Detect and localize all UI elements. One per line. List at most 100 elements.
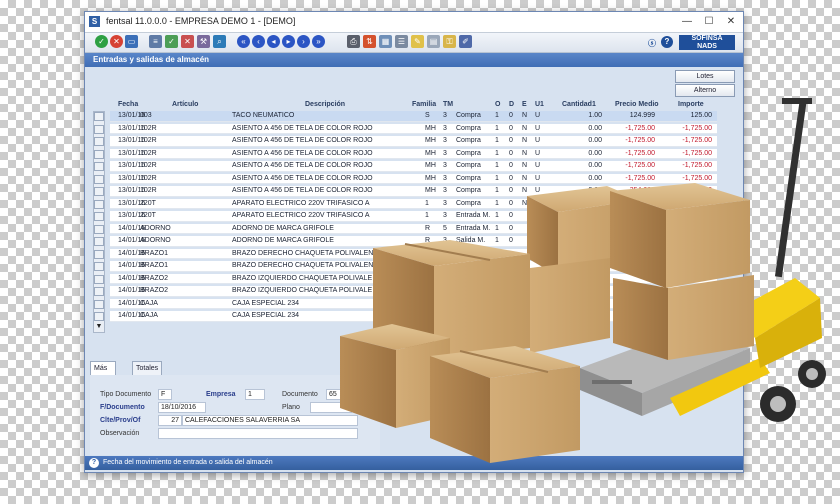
calculator-icon[interactable]: ▦ — [379, 35, 392, 48]
plano-label: Plano — [282, 404, 300, 411]
box-icon — [430, 346, 580, 463]
brand-line2: NADS — [697, 42, 717, 50]
help-icon[interactable]: ? — [661, 36, 673, 48]
cell-art: CAJA — [140, 312, 158, 319]
cell-art: 220T — [140, 199, 156, 207]
observacion-field[interactable] — [158, 428, 358, 439]
close-button[interactable]: ✕ — [723, 15, 739, 28]
last-record-icon[interactable]: » — [312, 35, 325, 48]
info-icon[interactable]: ⓢ — [648, 38, 656, 49]
cell-art: 102R — [140, 187, 157, 194]
row-selector[interactable] — [94, 299, 104, 309]
box-icon — [610, 183, 750, 288]
cell-desc: CAJA ESPECIAL 234 — [232, 312, 300, 319]
edit-icon[interactable]: ✐ — [459, 35, 472, 48]
warehouse-illustration — [340, 98, 826, 463]
row-selector[interactable] — [94, 149, 104, 159]
col-fecha[interactable]: Fecha — [118, 101, 138, 108]
row-selector[interactable] — [94, 187, 104, 196]
tipo-documento-label: Tipo Documento — [100, 391, 152, 398]
row-selector[interactable] — [94, 237, 104, 246]
col-articulo[interactable]: Artículo — [172, 101, 198, 108]
approve-list-icon[interactable]: ✓ — [165, 35, 178, 48]
new-record-icon[interactable]: ▭ — [125, 35, 138, 48]
cliente-label: Clte/Prov/Of — [100, 417, 141, 424]
cell-art: 102R — [140, 137, 157, 144]
row-selector[interactable] — [94, 212, 104, 221]
row-selector[interactable] — [94, 262, 104, 271]
tab-totales[interactable]: Totales — [132, 361, 163, 376]
help-status-icon: ? — [89, 458, 99, 468]
cell-art: 220T — [140, 212, 156, 219]
next-record-icon[interactable]: ▸ — [282, 35, 295, 48]
scroll-down-icon[interactable]: ▼ — [94, 322, 104, 332]
row-selector[interactable] — [94, 199, 104, 209]
toolbar: ✓ ✕ ▭ ≡ ✓ ✕ ⚒ ⌕ « ‹ ◂ ▸ › » ⎙ ⇅ ▦ ☰ ✎ ▤ … — [85, 33, 743, 53]
row-selector[interactable] — [94, 312, 104, 321]
previous-page-icon[interactable]: ‹ — [252, 35, 265, 48]
cell-art: 003 — [140, 112, 152, 119]
cell-art: BRAZO2 — [140, 274, 169, 282]
cancel-icon[interactable]: ✕ — [110, 35, 123, 48]
f-documento-label: F/Documento — [100, 404, 145, 411]
tools-icon[interactable]: ⚒ — [197, 35, 210, 48]
cell-art: CAJA — [140, 299, 158, 307]
transfer-icon[interactable]: ⇅ — [363, 35, 376, 48]
ok-icon[interactable]: ✓ — [95, 35, 108, 48]
document-list-icon[interactable]: ☰ — [395, 35, 408, 48]
page-title: Entradas y salidas de almacén — [85, 53, 743, 67]
note-icon[interactable]: ✎ — [411, 35, 424, 48]
cell-desc: ADORNO DE MARCA GRIFOLE — [232, 224, 334, 232]
maximize-button[interactable]: ☐ — [701, 15, 717, 28]
next-page-icon[interactable]: › — [297, 35, 310, 48]
observacion-label: Observación — [100, 430, 140, 437]
cell-desc: TACO NEUMATICO — [232, 112, 295, 119]
row-selector[interactable] — [94, 249, 104, 259]
app-icon: S — [89, 16, 100, 27]
first-record-icon[interactable]: « — [237, 35, 250, 48]
status-text: Fecha del movimiento de entrada o salida… — [103, 459, 273, 466]
tipo-documento-field[interactable]: F — [158, 389, 172, 400]
previous-record-icon[interactable]: ◂ — [267, 35, 280, 48]
brand-line1: SOFINSA — [691, 35, 723, 42]
row-selector[interactable] — [94, 112, 104, 121]
form-icon[interactable]: ▤ — [427, 35, 440, 48]
cell-art: BRAZO1 — [140, 262, 169, 269]
cell-art: BRAZO1 — [140, 249, 169, 257]
f-documento-field[interactable]: 18/10/2016 — [158, 402, 206, 413]
lotes-button[interactable]: Lotes — [675, 70, 735, 83]
box-icon — [613, 275, 754, 360]
list-icon[interactable]: ≡ — [149, 35, 162, 48]
window-title: fentsal 11.0.0.0 - EMPRESA DEMO 1 - [DEM… — [106, 16, 296, 26]
row-selector[interactable] — [94, 287, 104, 296]
documento-label: Documento — [282, 391, 318, 398]
row-selector[interactable] — [94, 162, 104, 171]
row-selector[interactable] — [94, 137, 104, 146]
cell-art: 102R — [140, 124, 157, 132]
title-bar: S fentsal 11.0.0.0 - EMPRESA DEMO 1 - [D… — [85, 12, 743, 33]
minimize-button[interactable]: — — [679, 15, 695, 28]
cell-desc: ADORNO DE MARCA GRIFOLE — [232, 237, 334, 244]
row-selector[interactable] — [94, 224, 104, 234]
delete-list-icon[interactable]: ✕ — [181, 35, 194, 48]
cell-art: ADORNO — [140, 224, 171, 232]
cell-art: BRAZO2 — [140, 287, 169, 294]
cell-art: 102R — [140, 174, 157, 182]
search-icon[interactable]: ⌕ — [213, 35, 226, 48]
cell-art: ADORNO — [140, 237, 171, 244]
empresa-label: Empresa — [206, 391, 236, 398]
row-selector[interactable] — [94, 174, 104, 184]
lock-icon[interactable]: ⚿ — [443, 35, 456, 48]
alterno-button[interactable]: Alterno — [675, 84, 735, 97]
print-icon[interactable]: ⎙ — [347, 35, 360, 48]
tab-mas-datos[interactable]: Más Datos — [90, 361, 117, 385]
cliente-code-field[interactable]: 27 — [158, 415, 182, 426]
row-selector[interactable] — [94, 124, 104, 134]
cell-art: 102R — [140, 149, 157, 157]
box-icon — [530, 258, 610, 353]
empresa-field[interactable]: 1 — [245, 389, 265, 400]
cell-desc: CAJA ESPECIAL 234 — [232, 299, 300, 307]
cell-art: 102R — [140, 162, 157, 169]
row-selector[interactable] — [94, 274, 104, 284]
brand-logo: SOFINSA NADS — [679, 35, 735, 50]
